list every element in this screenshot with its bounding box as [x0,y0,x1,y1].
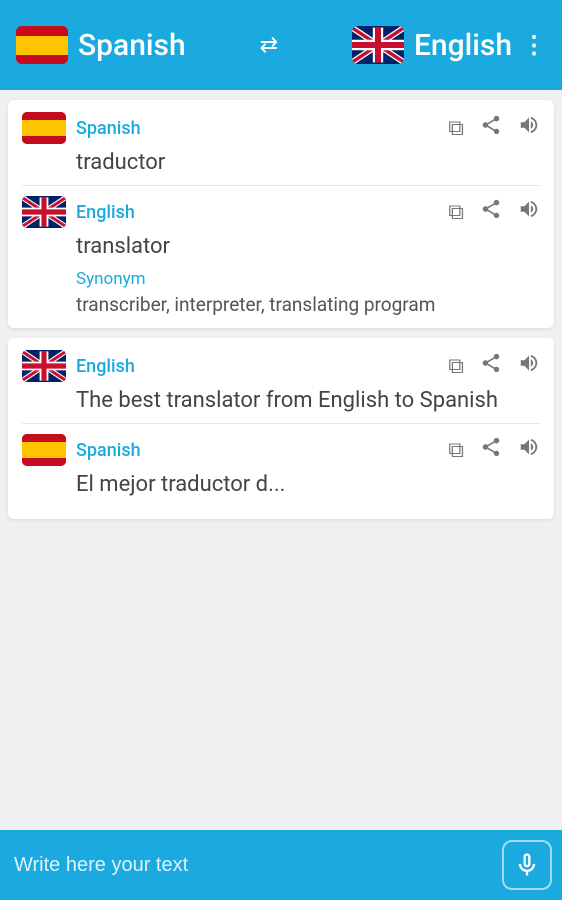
app-header: Spanish ⇄ English ⋮ [0,0,562,90]
translation-card-1: Spanish ⧉ traductor English [8,100,554,328]
card-divider-1 [22,185,540,186]
copy-target-button-2[interactable]: ⧉ [448,438,464,463]
copy-target-button-1[interactable]: ⧉ [448,200,464,225]
swap-icon: ⇄ [260,33,278,58]
more-options-button[interactable]: ⋮ [522,31,546,59]
spain-flag-card1 [22,112,66,144]
synonym-text-1: transcriber, interpreter, translating pr… [76,293,540,316]
microphone-button[interactable] [502,840,552,890]
speak-source-button-1[interactable] [518,114,540,142]
swap-languages-button[interactable]: ⇄ [186,33,352,58]
uk-flag-card2 [22,350,66,382]
share-source-button-1[interactable] [480,114,502,142]
uk-flag-card1 [22,196,66,228]
source-lang-row-1: Spanish ⧉ [22,112,540,144]
source-text-2: The best translator from English to Span… [76,388,540,413]
speak-target-button-2[interactable] [518,436,540,464]
target-text-2: El mejor traductor d... [76,472,540,497]
bottom-input-bar [0,830,562,900]
target-lang-row-1: English ⧉ [22,196,540,228]
synonym-label-1: Synonym [76,269,540,289]
target-lang-label: English [414,28,512,63]
speak-source-button-2[interactable] [518,352,540,380]
translations-list: Spanish ⧉ traductor English [0,90,562,830]
share-target-button-1[interactable] [480,198,502,226]
target-lang-name-1: English [76,202,432,223]
source-lang-name-2: English [76,356,432,377]
share-source-button-2[interactable] [480,352,502,380]
spain-flag [16,26,68,64]
target-language-area: English ⋮ [352,26,546,64]
card-divider-2 [22,423,540,424]
translation-card-2: English ⧉ The best translator from Engli… [8,338,554,519]
copy-source-button-1[interactable]: ⧉ [448,116,464,141]
copy-source-button-2[interactable]: ⧉ [448,354,464,379]
source-language-selector[interactable]: Spanish [16,26,186,64]
share-target-button-2[interactable] [480,436,502,464]
target-lang-name-2: Spanish [76,440,432,461]
speak-target-button-1[interactable] [518,198,540,226]
target-lang-row-2: Spanish ⧉ [22,434,540,466]
source-lang-label: Spanish [78,28,186,63]
text-input[interactable] [10,846,494,885]
source-lang-name-1: Spanish [76,118,432,139]
spain-flag-card2 [22,434,66,466]
target-text-1: translator [76,234,540,259]
source-text-1: traductor [76,150,540,175]
uk-flag-header [352,26,404,64]
source-lang-row-2: English ⧉ [22,350,540,382]
